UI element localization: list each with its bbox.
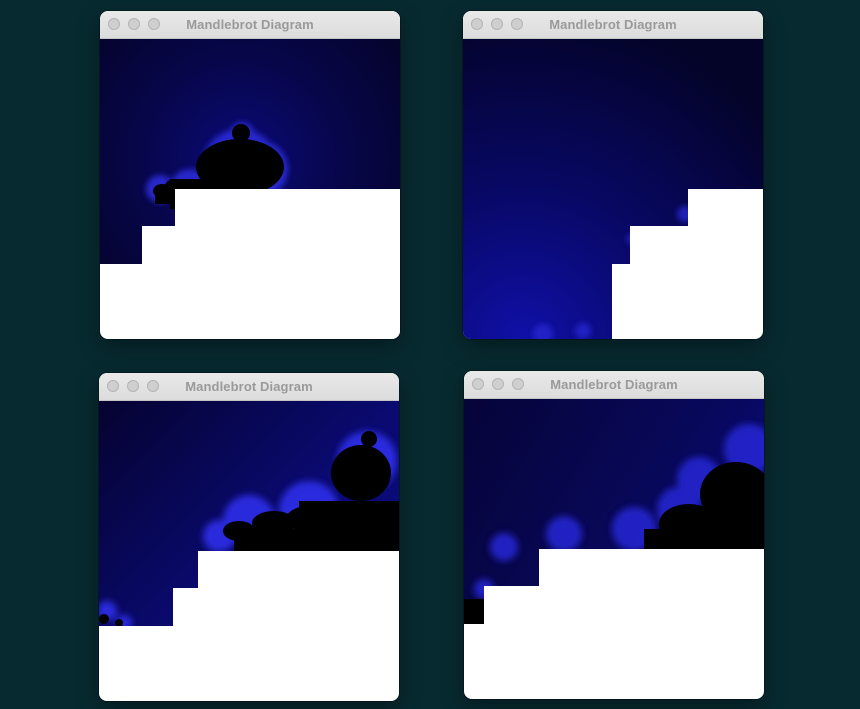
mandelbrot-window-4: Mandlebrot Diagram — [464, 371, 764, 699]
fractal-canvas[interactable] — [463, 39, 763, 339]
title-bar[interactable]: Mandlebrot Diagram — [100, 11, 400, 39]
fractal-canvas[interactable] — [99, 401, 399, 701]
fractal-canvas[interactable] — [100, 39, 400, 339]
window-title: Mandlebrot Diagram — [186, 17, 314, 32]
window-title: Mandlebrot Diagram — [549, 17, 677, 32]
fractal-render — [100, 39, 400, 339]
title-bar[interactable]: Mandlebrot Diagram — [99, 373, 399, 401]
fractal-render — [463, 39, 763, 339]
mandelbrot-window-2: Mandlebrot Diagram — [463, 11, 763, 339]
window-title: Mandlebrot Diagram — [550, 377, 678, 392]
title-bar[interactable]: Mandlebrot Diagram — [463, 11, 763, 39]
window-title: Mandlebrot Diagram — [185, 379, 313, 394]
title-bar[interactable]: Mandlebrot Diagram — [464, 371, 764, 399]
fractal-render — [99, 401, 399, 701]
mandelbrot-window-3: Mandlebrot Diagram — [99, 373, 399, 701]
mandelbrot-window-1: Mandlebrot Diagram — [100, 11, 400, 339]
fractal-render — [464, 399, 764, 699]
fractal-canvas[interactable] — [464, 399, 764, 699]
